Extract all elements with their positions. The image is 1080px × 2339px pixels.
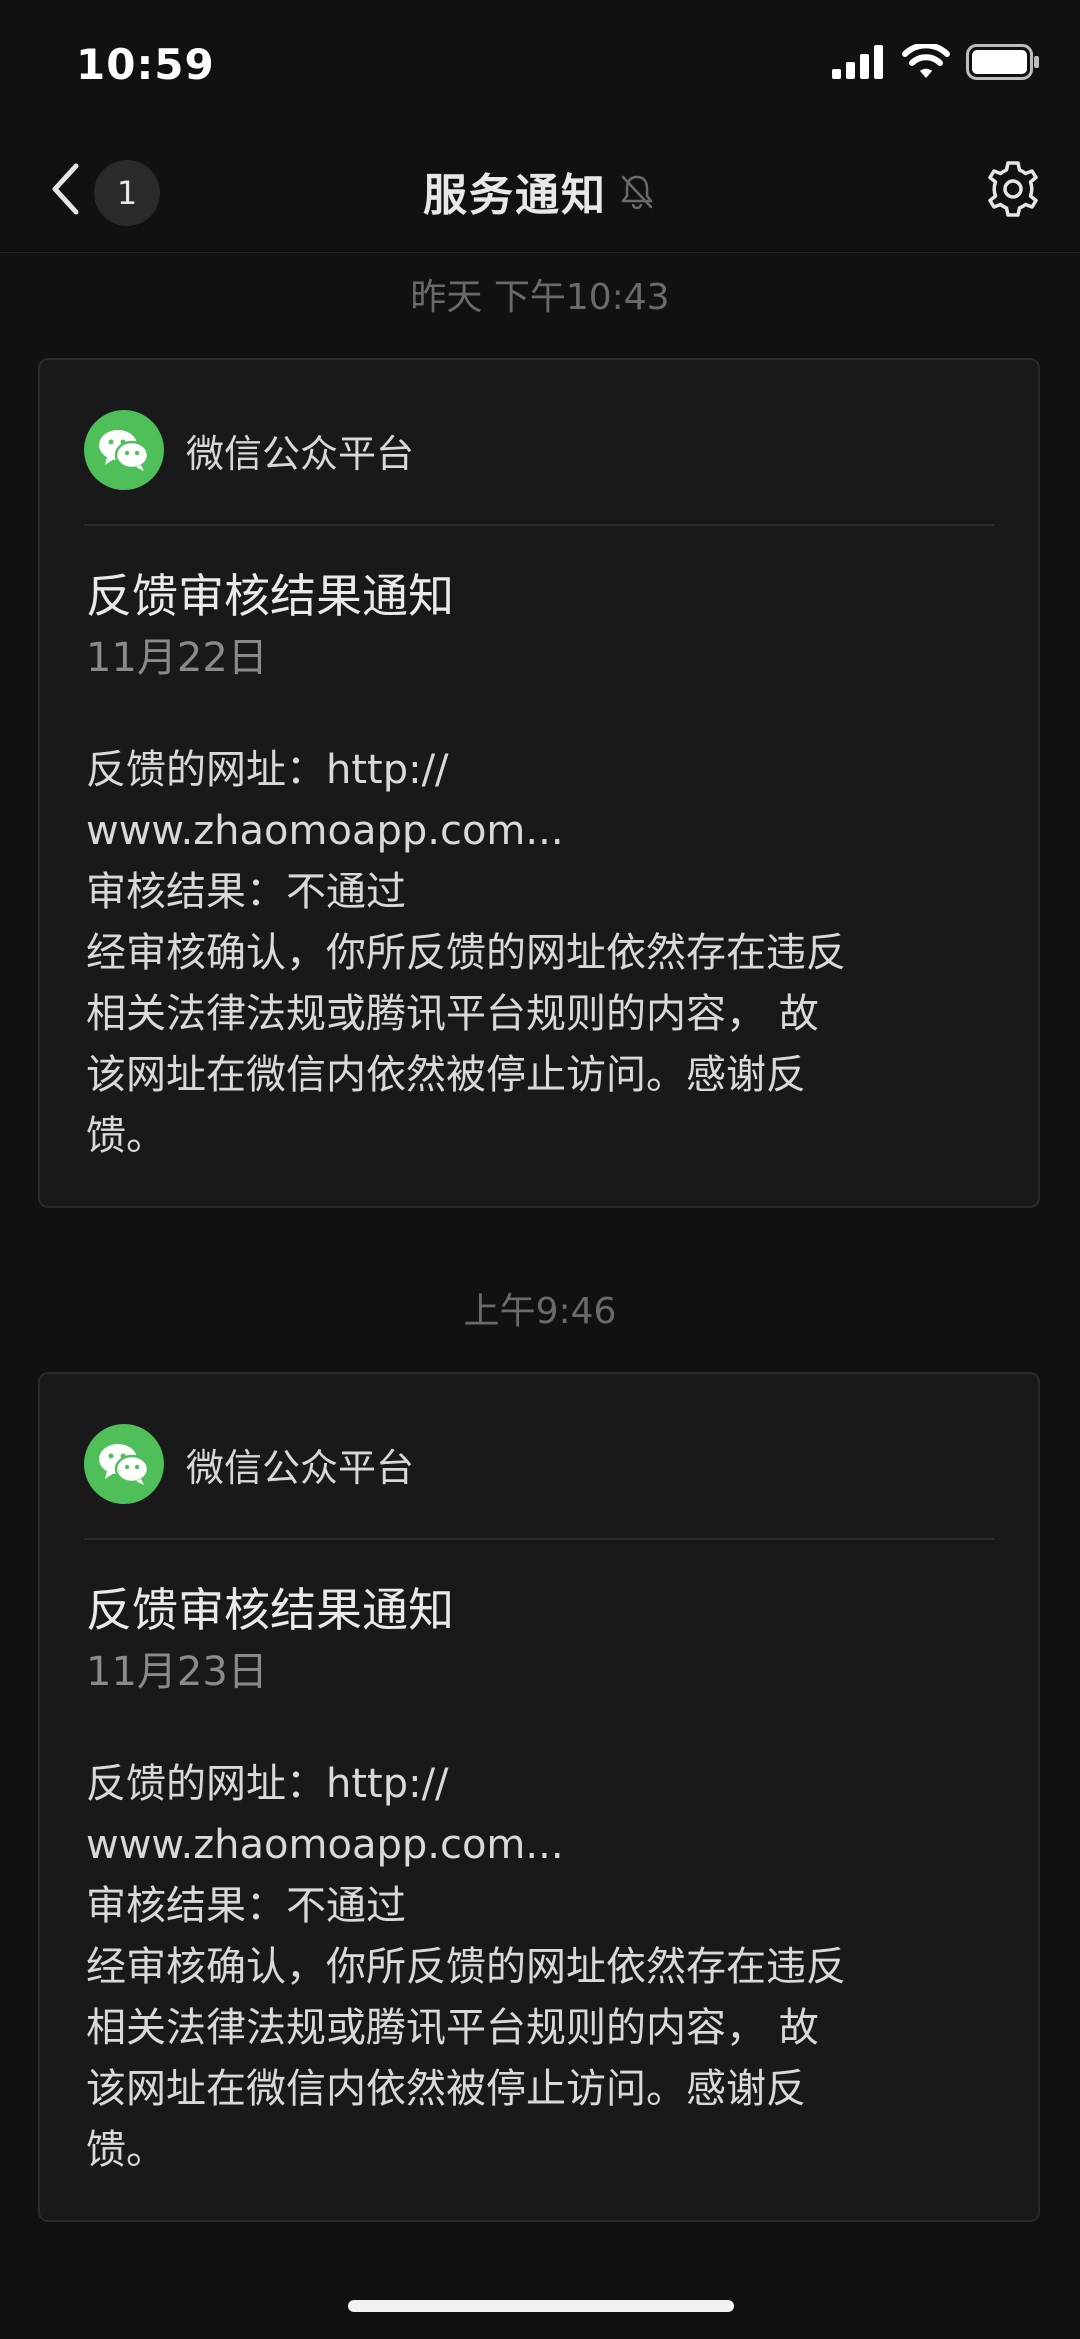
body-line: 该网址在微信内依然被停止访问。感谢反 xyxy=(86,2066,806,2112)
status-icons xyxy=(832,42,1040,84)
notification-date: 11月22日 xyxy=(86,635,268,681)
notification-card[interactable]: 微信公众平台 反馈审核结果通知 11月22日 反馈的网址：http:// www… xyxy=(38,358,1040,1208)
body-line: 经审核确认，你所反馈的网址依然存在违反 xyxy=(86,1944,846,1990)
gear-icon xyxy=(983,159,1043,223)
notification-date: 11月23日 xyxy=(86,1649,268,1695)
card-header: 微信公众平台 xyxy=(84,1424,414,1504)
wifi-icon xyxy=(902,42,950,84)
signal-icon xyxy=(832,45,886,83)
mute-bell-icon xyxy=(617,171,657,211)
home-indicator[interactable] xyxy=(348,2300,734,2312)
card-divider xyxy=(84,1538,994,1540)
body-line: 该网址在微信内依然被停止访问。感谢反 xyxy=(86,1052,806,1098)
back-chevron-icon xyxy=(50,162,80,220)
unread-count-badge[interactable]: 1 xyxy=(94,160,160,226)
body-line: 反馈的网址：http:// xyxy=(86,1761,449,1807)
source-name: 微信公众平台 xyxy=(186,1445,415,1490)
body-line: 相关法律法规或腾讯平台规则的内容， 故 xyxy=(86,991,819,1037)
notification-card[interactable]: 微信公众平台 反馈审核结果通知 11月23日 反馈的网址：http:// www… xyxy=(38,1372,1040,2222)
battery-icon xyxy=(966,44,1040,84)
message-timestamp: 昨天 下午10:43 xyxy=(410,277,670,318)
message-timestamp: 上午9:46 xyxy=(463,1291,617,1332)
card-header: 微信公众平台 xyxy=(84,410,414,490)
wechat-logo-icon xyxy=(84,1424,164,1504)
back-button[interactable] xyxy=(40,158,90,224)
card-divider xyxy=(84,524,994,526)
body-line: 反馈的网址：http:// xyxy=(86,747,449,793)
settings-button[interactable] xyxy=(982,160,1044,222)
status-time: 10:59 xyxy=(76,40,215,89)
nav-title-group: 服务通知 xyxy=(0,130,1080,252)
notification-body: 反馈的网址：http:// www.zhaomoapp.com... 审核结果：… xyxy=(86,740,1016,1167)
notification-title: 反馈审核结果通知 xyxy=(86,569,454,623)
body-line: 审核结果：不通过 xyxy=(86,869,406,915)
body-line: 经审核确认，你所反馈的网址依然存在违反 xyxy=(86,930,846,976)
body-line: 相关法律法规或腾讯平台规则的内容， 故 xyxy=(86,2005,819,2051)
screen: 10:59 1 服务通知 昨天 下午10:43 微信公众平台 反馈审核结果通知 … xyxy=(0,0,1080,2339)
body-line: www.zhaomoapp.com... xyxy=(86,1822,564,1868)
body-line: 审核结果：不通过 xyxy=(86,1883,406,1929)
notification-title: 反馈审核结果通知 xyxy=(86,1583,454,1637)
wechat-logo-icon xyxy=(84,410,164,490)
body-line: 馈。 xyxy=(86,2127,166,2173)
notification-body: 反馈的网址：http:// www.zhaomoapp.com... 审核结果：… xyxy=(86,1754,1016,2181)
source-name: 微信公众平台 xyxy=(186,431,415,476)
body-line: www.zhaomoapp.com... xyxy=(86,808,564,854)
status-bar: 10:59 xyxy=(0,0,1080,130)
body-line: 馈。 xyxy=(86,1113,166,1159)
nav-bar: 1 服务通知 xyxy=(0,130,1080,253)
page-title: 服务通知 xyxy=(423,170,607,221)
